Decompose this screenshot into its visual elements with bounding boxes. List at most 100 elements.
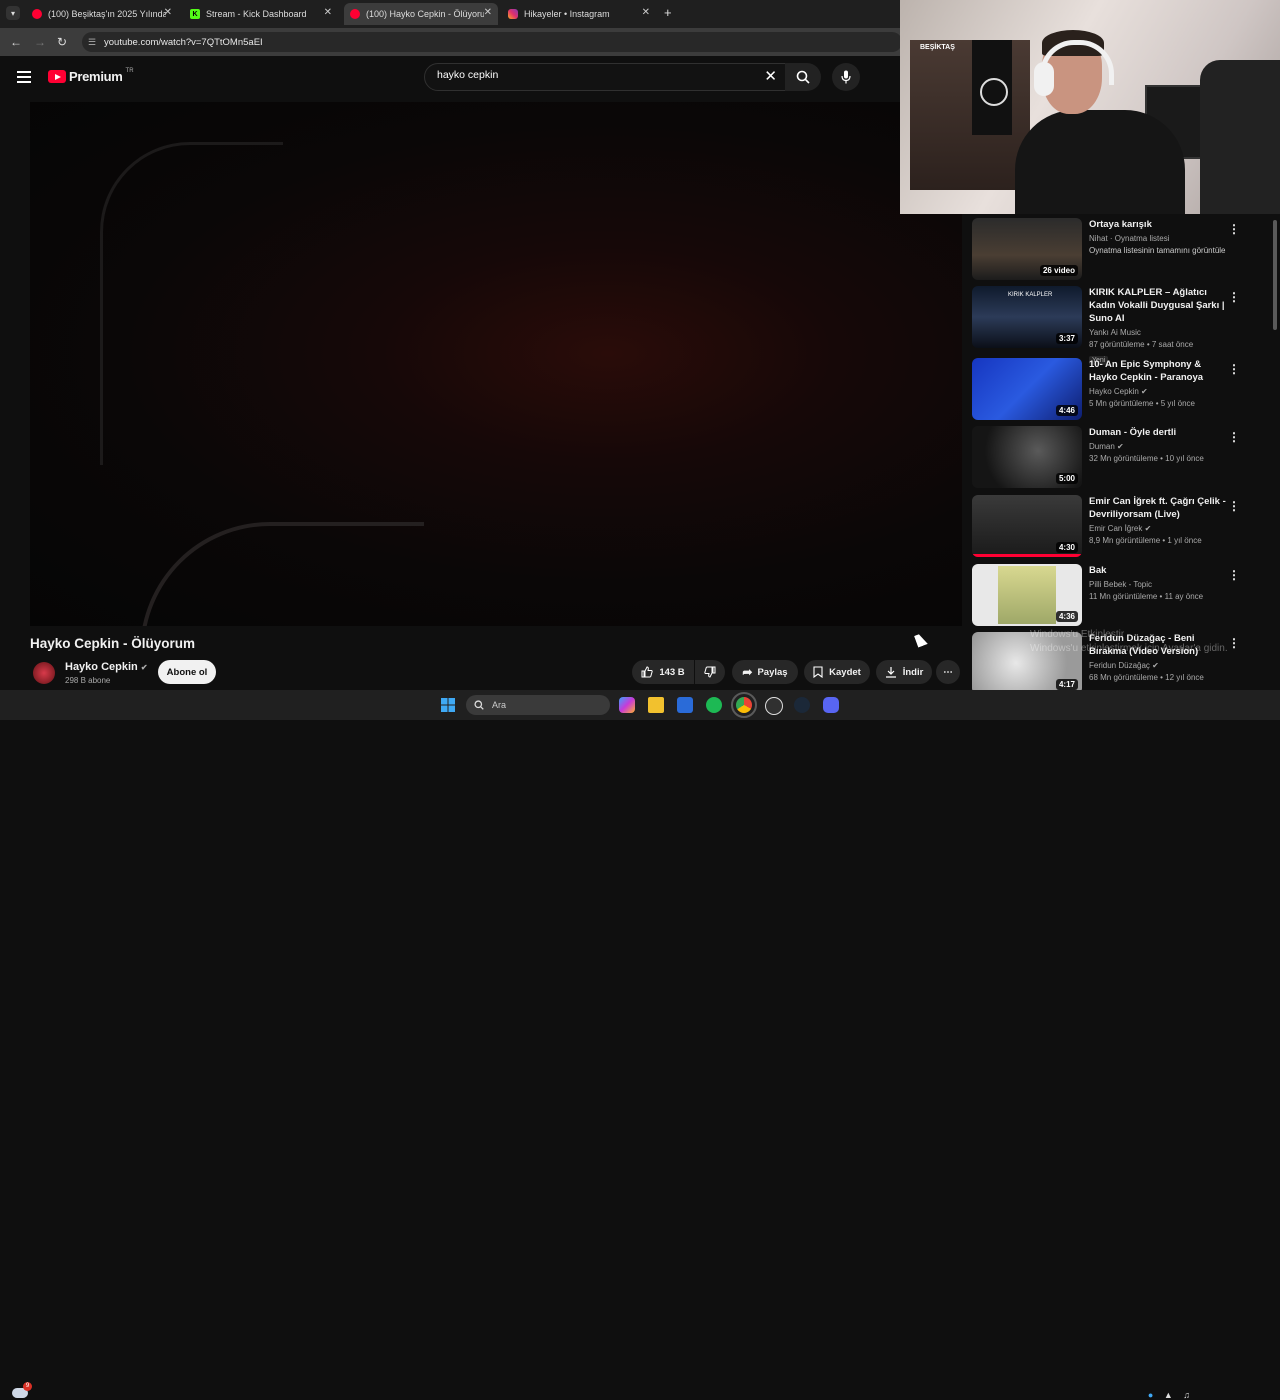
more-vertical-icon[interactable]: ⋮ <box>1228 568 1240 582</box>
view-stats: 8,9 Mn görüntüleme • 1 yıl önce <box>1089 536 1202 545</box>
duration-badge: 4:36 <box>1055 611 1078 622</box>
video-thumbnail[interactable]: 4:46 <box>972 358 1082 420</box>
duration-badge: 3:37 <box>1055 333 1078 344</box>
more-vertical-icon[interactable]: ⋮ <box>1228 430 1240 444</box>
webcam-background <box>1200 60 1280 214</box>
youtube-icon <box>32 9 42 19</box>
browser-tab-active[interactable]: (100) Hayko Cepkin - Ölüyorum ✕ <box>344 3 498 25</box>
more-vertical-icon[interactable]: ⋮ <box>1228 636 1240 650</box>
channel-name: Hayko Cepkin ✔ <box>1089 387 1148 396</box>
video-thumbnail[interactable]: 26 video <box>972 218 1082 280</box>
webcam-shelf <box>910 40 1030 190</box>
mouse-cursor <box>914 632 928 648</box>
video-player[interactable] <box>30 102 962 626</box>
list-item[interactable]: 4:46 10- An Epic Symphony & Hayko Cepkin… <box>970 356 1270 420</box>
weather-badge: 9 <box>23 1382 32 1391</box>
close-tab-icon[interactable]: ✕ <box>164 7 172 18</box>
spotify-icon[interactable] <box>706 697 722 713</box>
verified-icon: ✔ <box>1117 442 1124 451</box>
list-item[interactable]: 4:36 Bak Pilli Bebek - Topic 11 Mn görün… <box>970 562 1270 626</box>
weather-widget[interactable]: 9 <box>12 1382 32 1398</box>
tab-search-dropdown-icon[interactable]: ▾ <box>6 6 20 20</box>
view-stats: 32 Mn görüntüleme • 10 yıl önce <box>1089 454 1204 463</box>
copilot-icon[interactable] <box>619 697 635 713</box>
youtube-logo[interactable]: Premium TR <box>48 68 134 84</box>
clear-search-icon[interactable]: ✕ <box>764 67 777 85</box>
menu-icon[interactable] <box>17 71 31 86</box>
address-bar[interactable]: ☰ youtube.com/watch?v=7QTtOMn5aEI <box>82 32 902 52</box>
list-item[interactable]: KIRIK KALPLER 3:37 KIRIK KALPLER – Ağlat… <box>970 284 1270 365</box>
download-icon <box>885 667 896 678</box>
video-title: Emir Can İğrek ft. Çağrı Çelik - Devrili… <box>1089 496 1226 520</box>
steam-icon[interactable] <box>794 697 810 713</box>
new-tab-icon[interactable]: + <box>664 5 672 20</box>
like-count: 143 B <box>659 666 685 678</box>
search-box[interactable]: ✕ <box>424 63 786 91</box>
youtube-icon <box>350 9 360 19</box>
discord-icon[interactable] <box>823 697 839 713</box>
close-tab-icon[interactable]: ✕ <box>642 7 650 18</box>
browser-tab[interactable]: K Stream - Kick Dashboard ✕ <box>186 3 338 25</box>
video-thumbnail[interactable]: 4:36 <box>972 564 1082 626</box>
duration-badge: 5:00 <box>1055 473 1078 484</box>
subscribe-button[interactable]: Abone ol <box>158 660 216 684</box>
search-input[interactable] <box>435 68 759 82</box>
video-thumbnail[interactable]: 5:00 <box>972 426 1082 488</box>
video-thumbnail[interactable]: KIRIK KALPLER 3:37 <box>972 286 1082 348</box>
video-title: KIRIK KALPLER – Ağlatıcı Kadın Vokalli D… <box>1089 287 1225 324</box>
voice-search-button[interactable] <box>832 63 860 91</box>
more-vertical-icon[interactable]: ⋮ <box>1228 499 1240 513</box>
close-tab-icon[interactable]: ✕ <box>484 7 492 18</box>
back-arrow-icon[interactable]: ← <box>10 35 22 49</box>
search-button[interactable] <box>785 63 821 91</box>
video-thumbnail[interactable]: 4:30 <box>972 495 1082 557</box>
download-button[interactable]: İndir <box>876 660 932 684</box>
system-tray[interactable]: ● ▲ ♫ <box>1148 1390 1190 1400</box>
channel-avatar[interactable] <box>33 662 55 684</box>
share-button[interactable]: ➦ Paylaş <box>732 660 798 684</box>
list-item[interactable]: 4:30 Emir Can İğrek ft. Çağrı Çelik - De… <box>970 493 1270 557</box>
taskbar-search[interactable]: Ara <box>466 695 610 715</box>
view-stats[interactable]: Oynatma listesinin tamamını görüntüle <box>1089 246 1229 255</box>
file-explorer-icon[interactable] <box>648 697 664 713</box>
chrome-icon[interactable] <box>731 692 757 718</box>
youtube-header: Premium TR ✕ <box>0 56 960 100</box>
browser-tab[interactable]: Hikayeler • Instagram ✕ <box>504 3 656 25</box>
store-icon[interactable] <box>677 697 693 713</box>
webcam-flag <box>972 40 1012 135</box>
duration-badge: 26 video <box>1039 265 1078 276</box>
list-item[interactable]: 5:00 Duman - Öyle dertli Duman ✔ 32 Mn g… <box>970 424 1270 488</box>
more-horizontal-icon: ⋯ <box>943 666 953 678</box>
search-icon <box>474 700 484 710</box>
youtube-play-icon <box>48 70 66 83</box>
tab-title: Stream - Kick Dashboard <box>206 9 307 19</box>
duration-badge: 4:30 <box>1055 542 1078 553</box>
site-info-icon[interactable]: ☰ <box>88 37 98 48</box>
more-vertical-icon[interactable]: ⋮ <box>1228 290 1240 304</box>
more-vertical-icon[interactable]: ⋮ <box>1228 362 1240 376</box>
logo-text: Premium <box>69 69 123 84</box>
close-tab-icon[interactable]: ✕ <box>324 7 332 18</box>
more-vertical-icon[interactable]: ⋮ <box>1228 222 1240 236</box>
like-button[interactable]: 143 B <box>632 660 694 684</box>
tab-title: (100) Hayko Cepkin - Ölüyorum <box>366 9 484 19</box>
windows-activation-watermark: Windows'u Etkinleştir Windows'u etkinleş… <box>1030 629 1228 654</box>
more-actions-button[interactable]: ⋯ <box>936 660 960 684</box>
dislike-button[interactable] <box>695 660 725 684</box>
channel-name[interactable]: Hayko Cepkin ✔ <box>65 661 148 673</box>
thumbnail-caption: KIRIK KALPLER <box>1008 292 1053 298</box>
sidebar-scrollbar[interactable] <box>1272 214 1278 684</box>
reload-icon[interactable]: ↻ <box>57 35 67 49</box>
channel-name: Pilli Bebek - Topic <box>1089 580 1152 589</box>
subscriber-count: 298 B abone <box>65 676 111 685</box>
windows-start-icon[interactable] <box>440 697 456 713</box>
tray-dot-icon: ● <box>1147 1390 1154 1400</box>
view-stats: 11 Mn görüntüleme • 11 ay önce <box>1089 592 1204 601</box>
forward-arrow-icon[interactable]: → <box>34 35 46 49</box>
save-button[interactable]: Kaydet <box>804 660 870 684</box>
channel-name: Yankı Ai Music <box>1089 328 1141 337</box>
obs-icon[interactable] <box>765 697 783 715</box>
recommendations-list: 26 video Ortaya karışık Nihat · Oynatma … <box>970 214 1270 690</box>
browser-tab[interactable]: (100) Beşiktaş'ın 2025 Yılında A ✕ <box>28 3 178 25</box>
list-item[interactable]: 26 video Ortaya karışık Nihat · Oynatma … <box>970 216 1270 282</box>
